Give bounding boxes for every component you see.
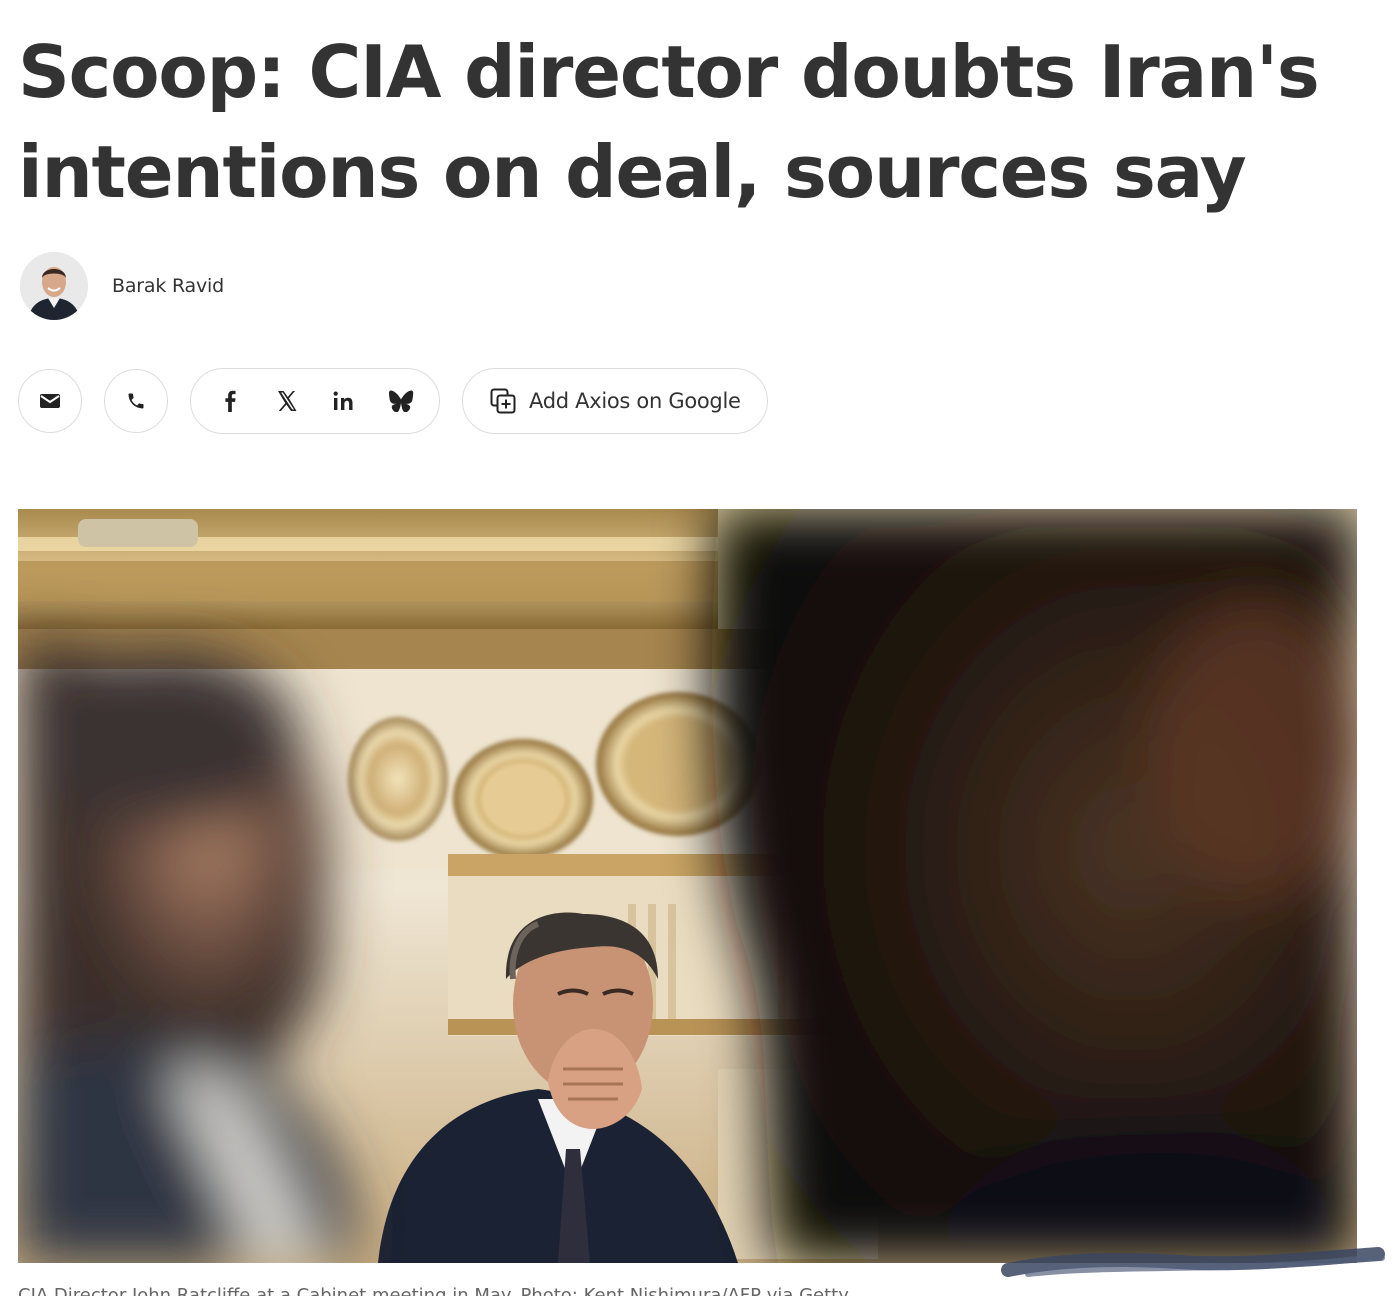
article-headline: Scoop: CIA director doubts Iran's intent… bbox=[18, 30, 1320, 214]
share-toolbar: Add Axios on Google bbox=[18, 368, 768, 434]
add-axios-on-google-label: Add Axios on Google bbox=[529, 389, 741, 413]
hero-image-caption: CIA Director John Ratcliffe at a Cabinet… bbox=[18, 1285, 849, 1296]
linkedin-icon bbox=[333, 391, 352, 410]
hero-image bbox=[18, 509, 1357, 1263]
social-share-group bbox=[190, 368, 440, 434]
bluesky-icon bbox=[388, 390, 413, 412]
facebook-share-button[interactable] bbox=[210, 381, 250, 421]
email-share-button[interactable] bbox=[18, 369, 82, 433]
x-icon bbox=[277, 391, 296, 411]
author-avatar-image bbox=[20, 252, 88, 320]
byline: Barak Ravid bbox=[20, 252, 224, 320]
phone-icon bbox=[128, 393, 144, 409]
bluesky-share-button[interactable] bbox=[381, 381, 421, 421]
hero-photo bbox=[18, 509, 1357, 1263]
author-avatar[interactable] bbox=[20, 252, 88, 320]
mail-icon bbox=[40, 394, 60, 408]
phone-share-button[interactable] bbox=[104, 369, 168, 433]
add-source-icon bbox=[490, 388, 516, 414]
linkedin-share-button[interactable] bbox=[324, 381, 364, 421]
facebook-icon bbox=[224, 390, 235, 412]
add-axios-on-google-button[interactable]: Add Axios on Google bbox=[462, 368, 768, 434]
author-name[interactable]: Barak Ravid bbox=[112, 275, 224, 297]
article-page: Scoop: CIA director doubts Iran's intent… bbox=[0, 0, 1398, 1296]
x-share-button[interactable] bbox=[267, 381, 307, 421]
redaction-scribble bbox=[1001, 1247, 1385, 1277]
